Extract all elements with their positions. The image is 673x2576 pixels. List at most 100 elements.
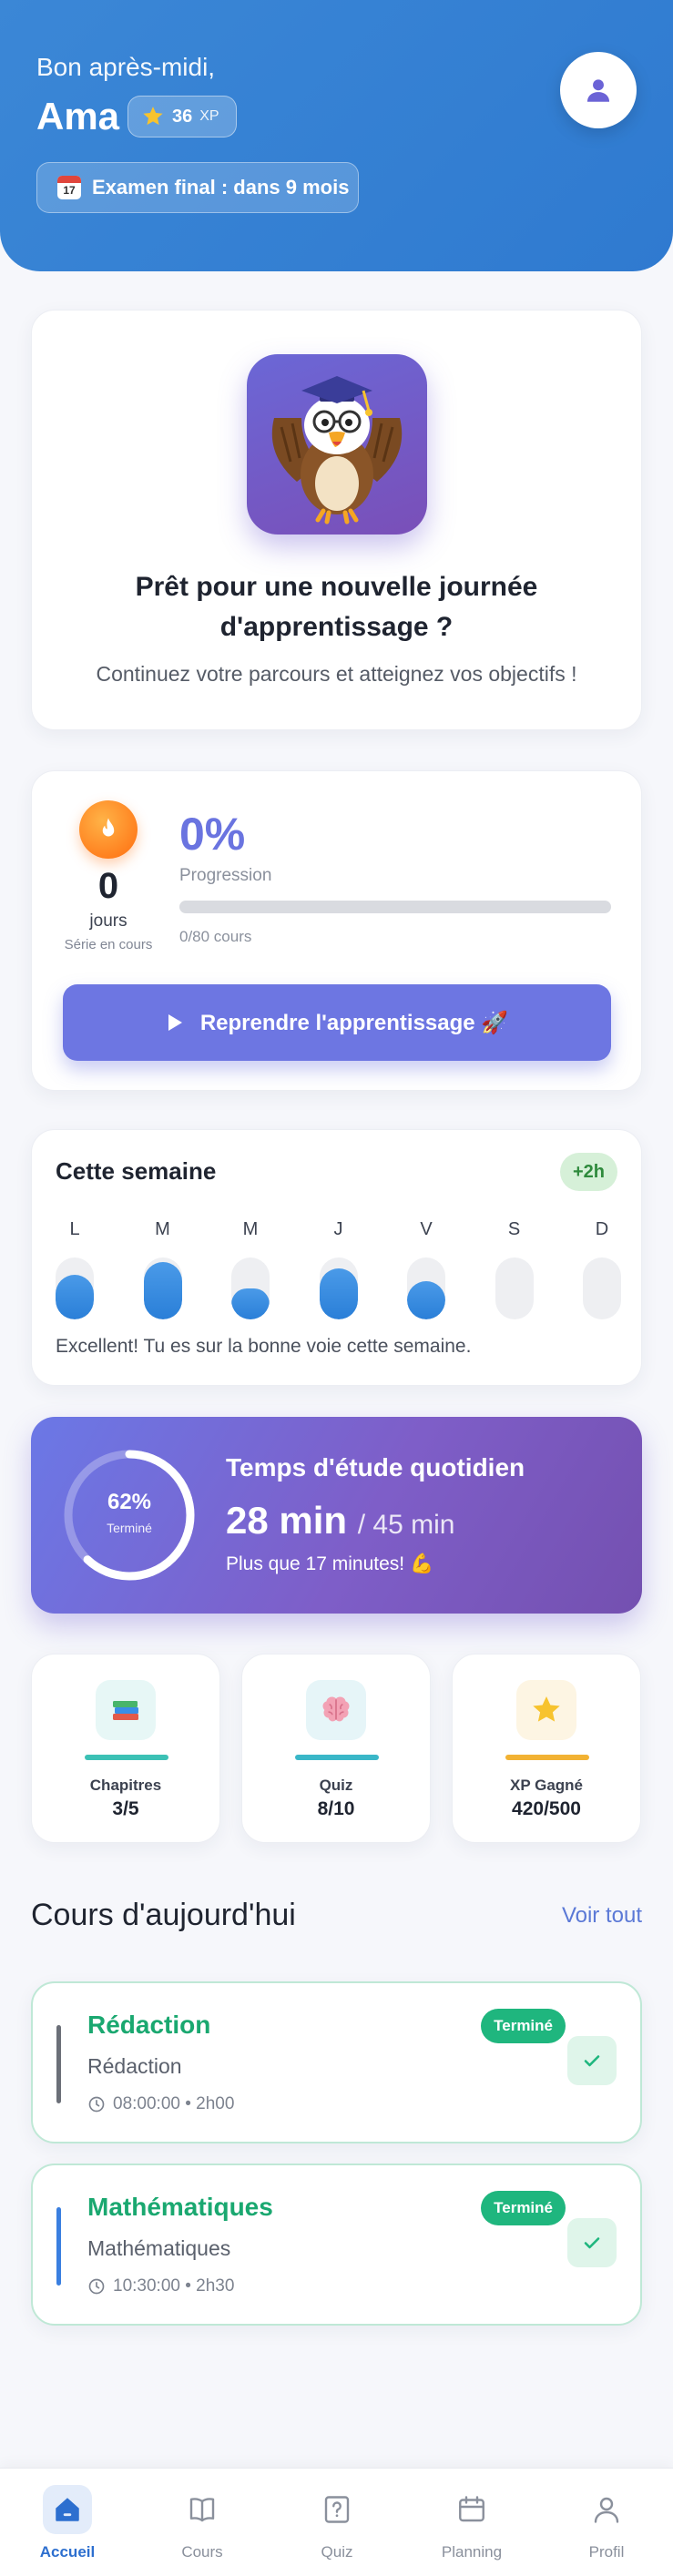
- stat-bar: [295, 1755, 379, 1760]
- flame-icon: [79, 800, 138, 859]
- day-column: D: [583, 1219, 621, 1319]
- day-activity-bar: [143, 1257, 182, 1319]
- week-title: Cette semaine: [56, 1157, 217, 1185]
- course-time-text: 08:00:00 • 2h00: [113, 2094, 235, 2113]
- day-activity-fill: [56, 1275, 94, 1319]
- progress-card: 0 jours Série en cours 0% Progression 0/…: [31, 770, 642, 1091]
- profile-avatar-button[interactable]: [560, 52, 637, 128]
- welcome-subtitle: Continuez votre parcours et atteignez vo…: [96, 662, 577, 686]
- day-activity-fill: [319, 1268, 358, 1319]
- calendar-emoji-icon: 17: [57, 176, 81, 199]
- day-column: M: [143, 1219, 182, 1319]
- tab-label: Planning: [441, 2543, 503, 2561]
- day-letter: L: [69, 1219, 80, 1239]
- day-activity-fill: [407, 1281, 445, 1319]
- star-icon: [143, 107, 163, 126]
- stat-card-xp[interactable]: XP Gagné 420/500: [452, 1654, 641, 1843]
- ring-caption: Terminé: [107, 1521, 152, 1535]
- course-card[interactable]: Rédaction Rédaction 08:00:00 • 2h00 Term…: [31, 1981, 642, 2143]
- status-badge: Terminé: [481, 2191, 566, 2225]
- xp-value: 36: [172, 106, 193, 127]
- study-title: Temps d'étude quotidien: [226, 1453, 525, 1481]
- course-time-text: 10:30:00 • 2h30: [113, 2276, 235, 2296]
- day-letter: S: [507, 1219, 521, 1239]
- day-activity-fill: [231, 1288, 270, 1319]
- home-icon: [43, 2485, 92, 2534]
- streak-unit: jours: [89, 911, 127, 931]
- bottom-tab-bar: Accueil Cours Quiz Planning Profil: [0, 2468, 673, 2576]
- completed-check-button[interactable]: [567, 2218, 617, 2267]
- see-all-link[interactable]: Voir tout: [562, 1903, 642, 1929]
- calendar-icon: [447, 2485, 496, 2534]
- day-activity-bar: [583, 1257, 621, 1319]
- check-icon: [584, 2055, 600, 2067]
- day-column: V: [407, 1219, 445, 1319]
- course-subject: Rédaction: [87, 2054, 182, 2078]
- courses-count: 0/80 cours: [179, 928, 252, 945]
- stat-icon-bg: [516, 1680, 576, 1740]
- book-icon: [178, 2485, 227, 2534]
- eagle-mascot-image: [247, 354, 427, 535]
- course-accent-bar: [56, 2025, 61, 2103]
- day-activity-bar: [231, 1257, 270, 1319]
- study-goal: / 45 min: [357, 1510, 455, 1540]
- tab-label: Profil: [588, 2543, 625, 2561]
- tab-label: Accueil: [39, 2543, 96, 2561]
- study-message: Plus que 17 minutes! 💪: [226, 1553, 434, 1574]
- course-time: 08:00:00 • 2h00: [87, 2094, 234, 2114]
- exam-label: Examen final : dans 9 mois: [92, 176, 350, 199]
- welcome-title: Prêt pour une nouvelle journée d'apprent…: [135, 572, 538, 642]
- welcome-card: Prêt pour une nouvelle journée d'apprent…: [31, 310, 642, 730]
- daily-study-card: 62% Terminé Temps d'étude quotidien 28 m…: [31, 1417, 642, 1614]
- exam-countdown[interactable]: 17 Examen final : dans 9 mois: [36, 162, 359, 213]
- brain-icon: [322, 1696, 350, 1722]
- day-activity-bar: [495, 1257, 534, 1319]
- greeting-text: Bon après-midi,: [36, 53, 216, 81]
- play-icon: [168, 1014, 182, 1031]
- books-icon: [113, 1701, 138, 1720]
- completed-check-button[interactable]: [567, 2036, 617, 2085]
- stat-icon-bg: [306, 1680, 366, 1740]
- xp-badge[interactable]: 36 XP: [127, 96, 237, 137]
- tab-accueil[interactable]: Accueil: [0, 2469, 135, 2576]
- header: Bon après-midi, Ama 36 XP 17 Examen fina…: [0, 0, 673, 271]
- day-letter: D: [595, 1219, 609, 1239]
- stat-icon-bg: [96, 1680, 156, 1740]
- day-activity-bar: [56, 1257, 94, 1319]
- week-card: Cette semaine +2h L M M J V S D Excellent! Tu …: [31, 1129, 642, 1386]
- tab-label: Quiz: [321, 2543, 353, 2561]
- tab-cours[interactable]: Cours: [135, 2469, 270, 2576]
- today-courses-title: Cours d'aujourd'hui: [31, 1898, 296, 1932]
- resume-label: Reprendre l'apprentissage 🚀: [199, 1010, 509, 1035]
- profile-icon: [582, 2485, 631, 2534]
- stat-label: Quiz: [319, 1777, 353, 1794]
- stat-card-quiz[interactable]: Quiz 8/10: [241, 1654, 431, 1843]
- stat-card-chapters[interactable]: Chapitres 3/5: [31, 1654, 220, 1843]
- resume-learning-button[interactable]: Reprendre l'apprentissage 🚀: [63, 984, 611, 1061]
- study-minutes: 28 min / 45 min: [226, 1499, 455, 1542]
- course-name: Rédaction: [87, 2011, 211, 2039]
- clock-icon: [88, 2096, 105, 2113]
- day-activity-bar: [319, 1257, 358, 1319]
- course-accent-bar: [56, 2207, 61, 2286]
- user-icon: [586, 79, 610, 102]
- xp-unit: XP: [199, 108, 219, 124]
- day-column: J: [319, 1219, 358, 1319]
- tab-profil[interactable]: Profil: [539, 2469, 673, 2576]
- tab-label: Cours: [181, 2543, 223, 2561]
- day-letter: M: [155, 1219, 170, 1239]
- day-letter: J: [333, 1219, 343, 1239]
- clock-icon: [88, 2278, 105, 2295]
- day-column: M: [231, 1219, 270, 1319]
- stat-label: Chapitres: [89, 1777, 162, 1794]
- stat-bar: [85, 1755, 168, 1760]
- check-icon: [584, 2237, 600, 2249]
- ring-percent: 62%: [107, 1490, 152, 1514]
- course-subject: Mathématiques: [87, 2236, 231, 2260]
- tab-quiz[interactable]: Quiz: [270, 2469, 404, 2576]
- course-card[interactable]: Mathématiques Mathématiques 10:30:00 • 2…: [31, 2164, 642, 2326]
- stat-label: XP Gagné: [510, 1777, 583, 1794]
- tab-planning[interactable]: Planning: [404, 2469, 539, 2576]
- progress-bar: [179, 901, 611, 913]
- progress-percent: 0%: [179, 809, 246, 860]
